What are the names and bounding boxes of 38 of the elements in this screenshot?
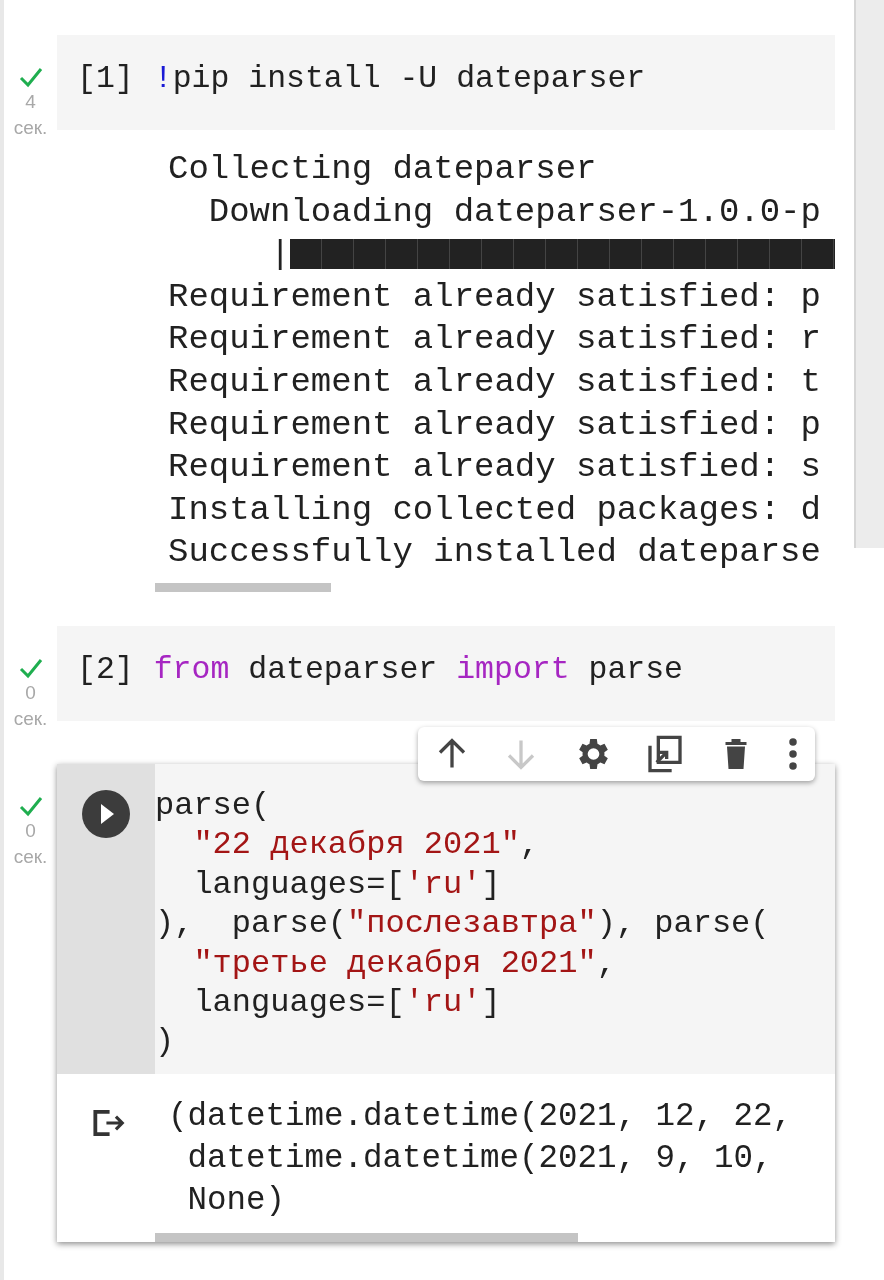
output-line: Collecting dateparser: [168, 149, 598, 190]
output-line: None): [186, 1180, 287, 1221]
scrollbar[interactable]: [155, 1232, 578, 1242]
execution-time: 4: [25, 90, 36, 114]
output-line: Requirement already satisfied: p: [168, 276, 822, 318]
code-line: ), parse("послезавтра"), parse(: [155, 904, 770, 944]
scrollbar[interactable]: [155, 582, 331, 592]
more-icon[interactable]: [786, 735, 799, 772]
code-line: languages=['ru']: [192, 864, 502, 905]
code-line: "22 декабря 2021",: [192, 825, 541, 865]
output-line: Successfully installed dateparse: [168, 532, 822, 574]
code-cell[interactable]: [1] !pip install -U dateparser: [57, 35, 835, 130]
code-line: ): [155, 1022, 176, 1062]
time-unit: сек.: [13, 844, 48, 869]
code-line: parse(: [155, 785, 272, 826]
code-line: from dateparser import parse: [153, 650, 684, 689]
execution-time: 0: [25, 818, 36, 843]
code-line: languages=['ru']: [192, 982, 502, 1023]
code-cell[interactable]: [2] from dateparser import parse: [57, 625, 835, 721]
execution-time: 0: [25, 680, 36, 705]
output-line: Requirement already satisfied: t: [168, 361, 822, 403]
output-line: |: [269, 234, 291, 276]
code-cell[interactable]: parse( "22 декабря 2021", languages=['ru'] ), parse("послезавтра"), parse( "третье декабря 2021", languages=['ru'] ): [57, 763, 835, 1074]
output-line: Requirement already satisfied: s: [168, 447, 822, 489]
run-button[interactable]: [82, 789, 130, 838]
cell-prompt: [1]: [77, 60, 134, 98]
cell-prompt: [2]: [77, 650, 134, 689]
code-line: "третье декабря 2021",: [192, 943, 617, 983]
output-line: Requirement already satisfied: p: [168, 404, 822, 446]
output-line: Installing collected packages: d: [168, 489, 822, 531]
output-line: Downloading dateparser-1.0.0-p: [207, 191, 822, 233]
output-line: datetime.datetime(2021, 9, 10,: [186, 1138, 774, 1179]
time-unit: сек.: [13, 706, 48, 731]
output-line: Requirement already satisfied: r: [168, 319, 822, 361]
code-line: !pip install -U dateparser: [153, 60, 646, 98]
output-line: (datetime.datetime(2021, 12, 22,: [168, 1096, 793, 1137]
scrollbar[interactable]: [854, 0, 884, 548]
time-unit: сек.: [13, 116, 48, 140]
